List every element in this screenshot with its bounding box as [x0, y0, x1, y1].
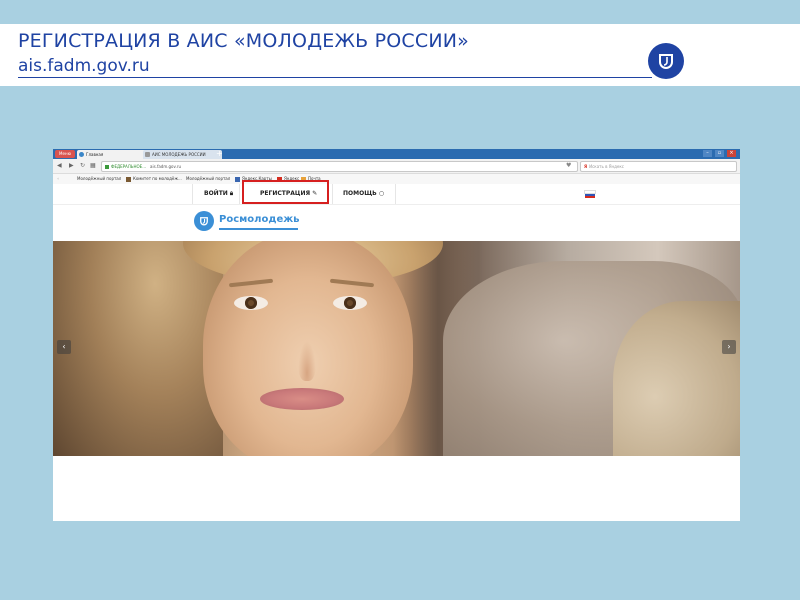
site-favicon-icon [79, 152, 84, 157]
bookmark-favicon-icon [126, 176, 131, 182]
slide-title: РЕГИСТРАЦИЯ В АИС «МОЛОДЕЖЬ РОССИИ» [18, 30, 469, 52]
rosmolodezh-logo-icon[interactable] [194, 211, 214, 231]
address-bar[interactable]: ФЕДЕРАЛЬНОЕ... ais.fadm.gov.ru [101, 161, 578, 172]
slide-subtitle: ais.fadm.gov.ru [18, 56, 150, 76]
title-underline [18, 77, 652, 78]
browser-menu-button[interactable]: Меню [55, 150, 75, 158]
russian-flag-icon[interactable] [584, 189, 596, 198]
site-nav: ВОЙТИ 🔒︎ РЕГИСТРАЦИЯ ✎ ПОМОЩЬ ○ [53, 184, 740, 205]
bookmark-item[interactable]: Комитет по молодёж... [126, 174, 182, 184]
nav-help[interactable]: ПОМОЩЬ ○ [343, 184, 384, 204]
hero-photo-eye [333, 296, 367, 310]
page-content-area [53, 456, 740, 521]
search-placeholder: Искать в Яндекс [589, 164, 624, 169]
help-icon: ○ [378, 190, 385, 197]
slider-next-icon[interactable]: › [722, 340, 736, 354]
nav-help-label: ПОМОЩЬ [343, 190, 377, 197]
secure-label: ФЕДЕРАЛЬНОЕ... [111, 164, 147, 169]
nav-divider [239, 184, 240, 204]
yandex-icon: Я [584, 164, 588, 169]
search-input[interactable]: Я Искать в Яндекс [580, 161, 737, 172]
hero-photo-background-hair [613, 301, 740, 456]
nav-login[interactable]: ВОЙТИ 🔒︎ [204, 184, 233, 204]
tab-label: Главная [86, 152, 104, 157]
close-icon[interactable]: × [727, 150, 736, 157]
bookmark-favicon-icon [235, 176, 240, 182]
url-text: ais.fadm.gov.ru [150, 164, 182, 169]
slide-header: РЕГИСТРАЦИЯ В АИС «МОЛОДЕЖЬ РОССИИ» ais.… [0, 24, 800, 86]
slider-prev-icon[interactable]: ‹ [57, 340, 71, 354]
hero-slider [53, 241, 740, 456]
brand-row: Росмолодежь [53, 205, 740, 241]
nav-divider [332, 184, 333, 204]
hero-photo-hair [53, 241, 223, 456]
reload-icon[interactable]: ↻ [80, 162, 85, 170]
lock-icon: 🔒︎ [229, 190, 234, 197]
page-favicon-icon [145, 152, 150, 157]
browser-tab-bar: Меню Главная АИС МОЛОДЕЖЬ РОССИИ + – ▫ × [53, 149, 740, 159]
browser-screenshot: Меню Главная АИС МОЛОДЕЖЬ РОССИИ + – ▫ ×… [53, 149, 740, 521]
brand-underline [219, 228, 298, 230]
minimize-icon[interactable]: – [703, 150, 712, 157]
nav-divider [395, 184, 396, 204]
window-controls: – ▫ × [703, 150, 736, 157]
grid-icon[interactable]: ▦ [90, 162, 96, 170]
bookmark-item[interactable]: Молодёжный портал [186, 174, 230, 184]
nav-login-label: ВОЙТИ [204, 190, 228, 197]
new-tab-button[interactable]: + [216, 149, 223, 159]
brand-name[interactable]: Росмолодежь [219, 214, 300, 225]
heart-icon[interactable]: ♥ [566, 162, 571, 170]
hero-photo-nose [298, 341, 316, 381]
maximize-icon[interactable]: ▫ [715, 150, 724, 157]
nav-divider [192, 184, 193, 204]
registration-highlight-box [242, 180, 329, 204]
bookmark-item[interactable]: Молодёжный портал [77, 174, 121, 184]
hero-photo-eye [234, 296, 268, 310]
forward-icon[interactable]: ▶ [69, 162, 74, 170]
bookmarks-icon[interactable]: ◦ [57, 174, 59, 184]
rosmolodezh-logo-icon [648, 43, 684, 79]
browser-nav-bar: ◀ ▶ ↻ ▦ ФЕДЕРАЛЬНОЕ... ais.fadm.gov.ru ♥ … [53, 159, 740, 174]
tab-label: АИС МОЛОДЕЖЬ РОССИИ [152, 152, 206, 157]
tab-ais[interactable]: АИС МОЛОДЕЖЬ РОССИИ [143, 150, 222, 159]
tab-main[interactable]: Главная [77, 150, 148, 159]
lock-icon [105, 165, 109, 169]
hero-photo-lips [260, 388, 344, 410]
back-icon[interactable]: ◀ [57, 162, 62, 170]
